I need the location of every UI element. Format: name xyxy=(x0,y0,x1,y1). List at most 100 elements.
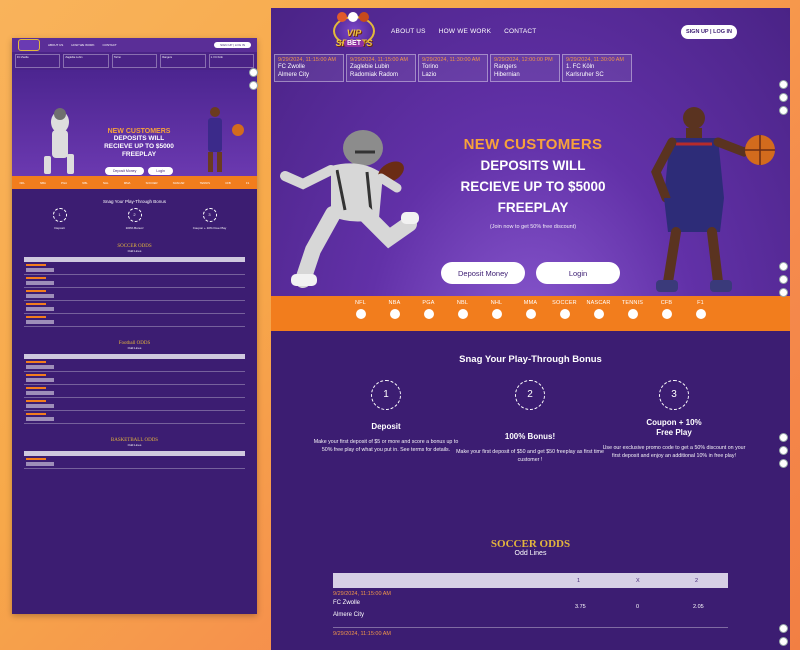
ticker-team: FC Zwolle xyxy=(278,64,306,70)
away-team: Almere City xyxy=(333,612,365,618)
ball-icon xyxy=(348,12,358,22)
share-icon[interactable] xyxy=(779,459,788,468)
thumb-nav: ABOUT US HOW WE WORK CONTACT SIGN UP | L… xyxy=(12,38,257,52)
ticker-team: Lazio xyxy=(422,72,437,78)
sports-bar: NFL NBA PGA NBL NHL MMA SOCCER NASCAR TE… xyxy=(271,296,790,331)
bonus-step: 1 Deposit Make your first deposit of $5 … xyxy=(311,380,461,454)
ticker-team: Almere City xyxy=(278,72,310,78)
odds-table-header: 1 X 2 xyxy=(333,573,728,588)
odd-1: 3.75 xyxy=(575,604,586,610)
sport-mma[interactable]: MMA xyxy=(514,300,548,331)
table-row[interactable]: 9/29/2024, 11:15:00 AM xyxy=(333,628,728,650)
ticker-item[interactable]: 9/29/2024, 11:30:00 AM 1. FC Köln Karlsr… xyxy=(562,54,632,82)
match-date: 9/29/2024, 11:15:00 AM xyxy=(333,631,391,637)
chat-icon[interactable] xyxy=(779,637,788,646)
nav-links: ABOUT US HOW WE WORK CONTACT xyxy=(391,28,536,35)
sport-nfl[interactable]: NFL xyxy=(344,300,378,331)
hero-headline: FREEPLAY xyxy=(497,200,569,215)
sport-cfb[interactable]: CFB xyxy=(650,300,684,331)
step-title: Coupon + 10% Free Play xyxy=(646,418,702,437)
side-icons-top xyxy=(779,80,789,119)
side-icons-low xyxy=(779,433,789,472)
ball-icon xyxy=(359,12,369,22)
odd-x: 0 xyxy=(636,604,640,610)
accessibility-icon[interactable] xyxy=(779,262,788,271)
thumb-hero: NEW CUSTOMERS DEPOSITS WILL RECIEVE UP T… xyxy=(12,70,257,176)
hero-headline: DEPOSITS WILL xyxy=(480,158,586,173)
col-2: 2 xyxy=(695,577,699,584)
sport-nba[interactable]: NBA xyxy=(378,300,412,331)
golf-ball-icon xyxy=(423,309,434,319)
thumb-body: Snag Your Play-Through Bonus 1 Deposit 21… xyxy=(12,189,257,475)
sport-nascar[interactable]: NASCAR xyxy=(582,300,616,331)
site-logo[interactable]: VIP SPORTS BET xyxy=(329,12,379,52)
chat-icon[interactable] xyxy=(779,93,788,102)
nav-how-we-work[interactable]: HOW WE WORK xyxy=(439,28,491,35)
odds-subtitle: Odd Lines xyxy=(514,550,547,557)
table-row[interactable]: 9/29/2024, 11:15:00 AM FC Zwolle Almere … xyxy=(333,588,728,628)
bonus-step: 3 Coupon + 10% Free Play Use our exclusi… xyxy=(599,380,749,460)
ticker-item[interactable]: 9/29/2024, 11:15:00 AM FC Zwolle Almere … xyxy=(274,54,344,82)
signup-login-button[interactable]: SIGN UP | LOG IN xyxy=(681,25,737,39)
odd-2: 2.05 xyxy=(693,604,704,610)
hero-kicker: NEW CUSTOMERS xyxy=(463,136,603,153)
side-icon xyxy=(249,81,258,90)
ticker-item[interactable]: 9/29/2024, 12:00:00 PM Rangers Hibernian xyxy=(490,54,560,82)
match-ticker: 9/29/2024, 11:15:00 AM FC Zwolle Almere … xyxy=(271,54,790,86)
thumb-nav-about: ABOUT US xyxy=(48,43,64,47)
step-text: Make your first deposit of $5 or more an… xyxy=(313,439,459,453)
side-icons-mid xyxy=(779,262,789,301)
login-button[interactable]: Login xyxy=(536,262,620,284)
share-icon[interactable] xyxy=(779,106,788,115)
thumb-tick: Torino xyxy=(111,54,158,68)
sport-nbl[interactable]: NBL xyxy=(446,300,480,331)
sport-f1[interactable]: F1 xyxy=(684,300,718,331)
football-player-image xyxy=(280,130,419,288)
ticker-team: Radomiak Radom xyxy=(350,72,399,78)
chat-icon[interactable] xyxy=(779,275,788,284)
step-title: Deposit xyxy=(371,422,401,431)
thumb-nav-how: HOW WE WORK xyxy=(71,43,95,47)
step-number: 3 xyxy=(659,380,689,410)
landing-page: VIP SPORTS BET ABOUT US HOW WE WORK CONT… xyxy=(271,8,790,650)
col-x: X xyxy=(636,577,640,584)
nav-about-us[interactable]: ABOUT US xyxy=(391,28,426,35)
glove-icon xyxy=(525,309,536,319)
thumb-tick: 1. FC Köln xyxy=(208,54,255,68)
thumb-tick: Zaglebie Lubin xyxy=(63,54,109,68)
sport-tennis[interactable]: TENNIS xyxy=(616,300,650,331)
accessibility-icon[interactable] xyxy=(779,624,788,633)
sport-nhl[interactable]: NHL xyxy=(480,300,514,331)
basketball-icon xyxy=(457,309,468,319)
side-icons-bottom xyxy=(779,624,789,650)
ticker-team: Karlsruher SC xyxy=(566,72,604,78)
home-team: FC Zwolle xyxy=(333,600,361,606)
ticker-item[interactable]: 9/29/2024, 11:30:00 AM Torino Lazio xyxy=(418,54,488,82)
step-text: Use our exclusive promo code to get a 50… xyxy=(602,445,746,459)
hero-copy: NEW CUSTOMERS DEPOSITS WILL RECIEVE UP T… xyxy=(443,136,623,230)
share-icon[interactable] xyxy=(779,288,788,297)
thumb-logo xyxy=(18,39,40,51)
logo-sub: BET xyxy=(344,40,364,47)
col-1: 1 xyxy=(577,577,581,584)
basketball-icon xyxy=(389,309,400,319)
accessibility-icon[interactable] xyxy=(779,433,788,442)
sport-soccer[interactable]: SOCCER xyxy=(548,300,582,331)
ticker-team: 1. FC Köln xyxy=(566,64,595,70)
step-text: Make your first deposit of $50 and get $… xyxy=(456,449,604,463)
tennis-ball-icon xyxy=(627,309,638,319)
sport-pga[interactable]: PGA xyxy=(412,300,446,331)
hero-headline: RECIEVE UP TO $5000 xyxy=(460,179,606,194)
hockey-icon xyxy=(491,309,502,319)
football-icon xyxy=(355,309,366,319)
soccer-odds-title: SOCCER ODDS xyxy=(490,538,571,550)
nav-contact[interactable]: CONTACT xyxy=(504,28,536,35)
deposit-money-button[interactable]: Deposit Money xyxy=(441,262,525,284)
match-date: 9/29/2024, 11:15:00 AM xyxy=(333,591,391,597)
accessibility-icon[interactable] xyxy=(779,80,788,89)
thumb-tick: Rangers xyxy=(160,54,206,68)
page-thumbnail: ABOUT US HOW WE WORK CONTACT SIGN UP | L… xyxy=(12,38,257,614)
chat-icon[interactable] xyxy=(779,446,788,455)
ticker-item[interactable]: 9/29/2024, 11:15:00 AM Zaglebie Lubin Ra… xyxy=(346,54,416,82)
bonus-step: 2 100% Bonus! Make your first deposit of… xyxy=(455,380,605,464)
